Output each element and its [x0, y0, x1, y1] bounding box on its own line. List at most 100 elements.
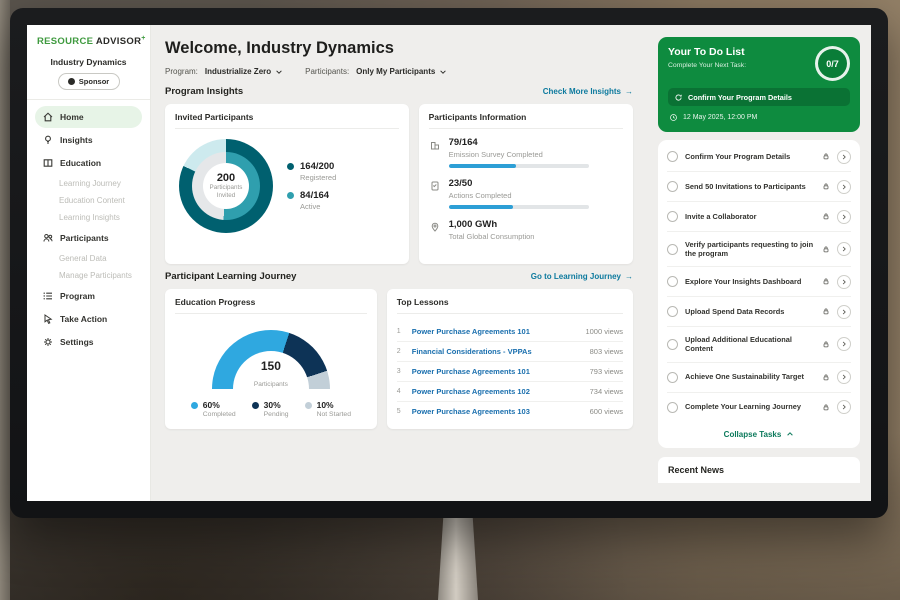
stat-value: 23/50	[449, 178, 589, 189]
legend-value: 164/200	[300, 161, 336, 172]
gauge-legend: 60% Completed 30% Pending	[191, 400, 351, 418]
gauge-center: 150 Participants	[212, 359, 330, 391]
sponsor-badge[interactable]: Sponsor	[58, 73, 120, 90]
lesson-row[interactable]: 5 Power Purchase Agreements 103 600 view…	[397, 402, 623, 421]
lock-icon	[822, 403, 830, 412]
stat-row: 79/164 Emission Survey Completed	[429, 137, 623, 168]
sidebar-item-label: Settings	[60, 337, 94, 347]
lesson-title-link[interactable]: Power Purchase Agreements 101	[412, 367, 583, 376]
lesson-title-link[interactable]: Financial Considerations - VPPAs	[412, 347, 583, 356]
sidebar: RESOURCE ADVISOR+ Industry Dynamics Spon…	[27, 25, 151, 501]
chevron-right-icon[interactable]	[837, 370, 851, 384]
lesson-title-link[interactable]: Power Purchase Agreements 102	[412, 387, 583, 396]
sidebar-item-take-action[interactable]: Take Action	[35, 308, 142, 330]
lesson-title-link[interactable]: Power Purchase Agreements 101	[412, 327, 579, 336]
people-icon	[42, 232, 54, 244]
task-checkbox[interactable]	[667, 339, 678, 350]
task-checkbox[interactable]	[667, 276, 678, 287]
sidebar-item-learning-journey[interactable]: Learning Journey	[35, 175, 142, 192]
task-label: Upload Spend Data Records	[685, 307, 815, 317]
legend-label: Active	[300, 202, 329, 211]
task-checkbox[interactable]	[667, 181, 678, 192]
task-label: Send 50 Invitations to Participants	[685, 182, 815, 192]
chevron-right-icon[interactable]	[837, 275, 851, 289]
next-task-pill[interactable]: Confirm Your Program Details	[668, 88, 850, 106]
sidebar-item-home[interactable]: Home	[35, 106, 142, 128]
todo-title: Your To Do List	[668, 46, 746, 58]
check-more-insights-link[interactable]: Check More Insights →	[543, 87, 633, 96]
sidebar-item-program[interactable]: Program	[35, 285, 142, 307]
go-to-learning-journey-link[interactable]: Go to Learning Journey →	[531, 272, 633, 281]
task-checkbox[interactable]	[667, 151, 678, 162]
task-label: Upload Additional Educational Content	[685, 335, 815, 354]
list-icon	[42, 290, 54, 302]
task-row[interactable]: Complete Your Learning Journey	[667, 393, 851, 422]
chevron-down-icon	[275, 68, 283, 76]
section-title: Participant Learning Journey	[165, 271, 296, 282]
task-checkbox[interactable]	[667, 306, 678, 317]
lesson-row[interactable]: 4 Power Purchase Agreements 102 734 view…	[397, 382, 623, 402]
sidebar-item-general-data[interactable]: General Data	[35, 250, 142, 267]
lesson-row[interactable]: 1 Power Purchase Agreements 101 1000 vie…	[397, 322, 623, 342]
legend-item: 30% Pending	[252, 400, 289, 418]
edu-legend-dot	[252, 402, 259, 409]
sidebar-item-label: Education	[60, 158, 101, 168]
task-checkbox[interactable]	[667, 372, 678, 383]
todo-summary-card: Your To Do List Complete Your Next Task:…	[658, 37, 860, 132]
sidebar-item-label: Take Action	[60, 314, 107, 324]
sidebar-item-settings[interactable]: Settings	[35, 331, 142, 353]
lock-icon	[822, 307, 830, 316]
chevron-right-icon[interactable]	[837, 337, 851, 351]
page-title: Welcome, Industry Dynamics	[165, 39, 633, 58]
chevron-right-icon[interactable]	[837, 210, 851, 224]
task-checkbox[interactable]	[667, 244, 678, 255]
task-row[interactable]: Upload Spend Data Records	[667, 297, 851, 327]
lock-icon	[822, 277, 830, 286]
lesson-row[interactable]: 2 Financial Considerations - VPPAs 803 v…	[397, 342, 623, 362]
participants-filter-dropdown[interactable]: Only My Participants	[356, 67, 447, 76]
donut-center: 200 Participants Invited	[179, 139, 273, 233]
lesson-row[interactable]: 3 Power Purchase Agreements 101 793 view…	[397, 362, 623, 382]
task-row[interactable]: Upload Additional Educational Content	[667, 327, 851, 362]
sidebar-item-education-content[interactable]: Education Content	[35, 192, 142, 209]
task-checkbox[interactable]	[667, 402, 678, 413]
sidebar-item-education[interactable]: Education	[35, 152, 142, 174]
sidebar-divider	[27, 99, 150, 100]
task-row[interactable]: Achieve One Sustainability Target	[667, 363, 851, 393]
cursor-icon	[42, 313, 54, 325]
brand-primary: RESOURCE	[37, 36, 93, 47]
chevron-right-icon[interactable]	[837, 150, 851, 164]
lesson-title-link[interactable]: Power Purchase Agreements 103	[412, 407, 583, 416]
collapse-tasks-link[interactable]: Collapse Tasks	[667, 422, 851, 443]
monitor-bezel: RESOURCE ADVISOR+ Industry Dynamics Spon…	[10, 8, 888, 518]
sidebar-item-insights[interactable]: Insights	[35, 129, 142, 151]
task-checkbox[interactable]	[667, 211, 678, 222]
chevron-right-icon[interactable]	[837, 305, 851, 319]
task-row[interactable]: Send 50 Invitations to Participants	[667, 172, 851, 202]
task-row[interactable]: Confirm Your Program Details	[667, 142, 851, 172]
task-row[interactable]: Verify participants requesting to join t…	[667, 232, 851, 267]
task-row[interactable]: Invite a Collaborator	[667, 202, 851, 232]
monitor-stand	[438, 512, 478, 600]
clock-icon	[669, 113, 678, 122]
main-content: Welcome, Industry Dynamics Program: Indu…	[151, 25, 647, 501]
lightbulb-icon	[42, 134, 54, 146]
chevron-right-icon[interactable]	[837, 242, 851, 256]
legend-label: Pending	[264, 411, 289, 418]
sidebar-item-participants[interactable]: Participants	[35, 227, 142, 249]
sidebar-item-learning-insights[interactable]: Learning Insights	[35, 209, 142, 226]
legend-item: 60% Completed	[191, 400, 236, 418]
lock-icon	[822, 373, 830, 382]
insights-cards-row: Invited Participants 200 Participants In…	[165, 104, 633, 264]
sidebar-item-manage-participants[interactable]: Manage Participants	[35, 267, 142, 284]
program-filter-dropdown[interactable]: Industrialize Zero	[205, 67, 283, 76]
sidebar-item-label: General Data	[59, 254, 107, 263]
lesson-rank: 5	[397, 408, 405, 415]
chevron-right-icon[interactable]	[837, 400, 851, 414]
lesson-views: 793 views	[590, 367, 623, 376]
book-icon	[42, 157, 54, 169]
chevron-right-icon[interactable]	[837, 180, 851, 194]
task-row[interactable]: Explore Your Insights Dashboard	[667, 267, 851, 297]
recent-news-header[interactable]: Recent News	[658, 457, 860, 483]
todo-panel: Your To Do List Complete Your Next Task:…	[647, 25, 871, 501]
